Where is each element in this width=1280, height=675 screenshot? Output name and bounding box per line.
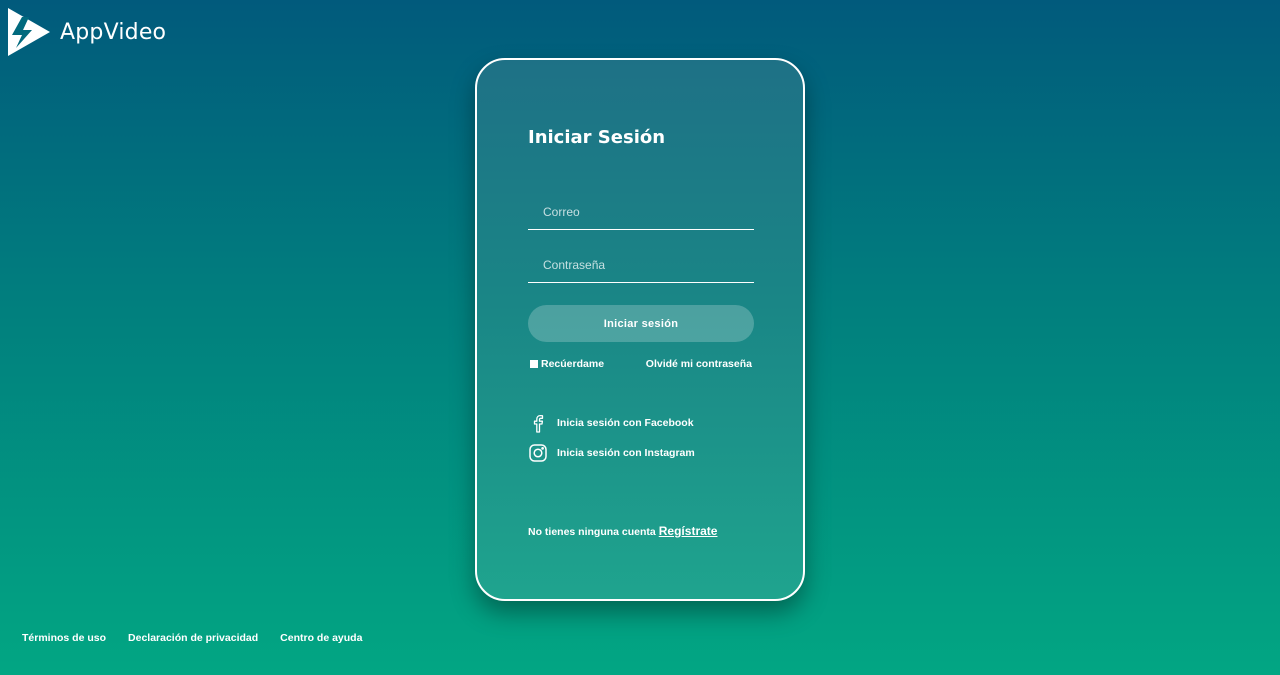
remember-me[interactable]: Recúerdame (530, 358, 604, 370)
help-center-link[interactable]: Centro de ayuda (280, 632, 362, 644)
footer-links: Términos de uso Declaración de privacida… (22, 632, 384, 644)
password-field-wrapper (528, 247, 754, 283)
terms-link[interactable]: Términos de uso (22, 632, 106, 644)
facebook-login-label: Inicia sesión con Facebook (557, 417, 694, 429)
facebook-icon (533, 414, 544, 433)
page-title: Iniciar Sesión (528, 127, 666, 148)
login-card: Iniciar Sesión Iniciar sesión Recúerdame… (475, 58, 805, 601)
email-field[interactable] (528, 194, 754, 229)
facebook-login-link[interactable]: Inicia sesión con Facebook (528, 413, 694, 433)
app-logo[interactable]: AppVideo (8, 8, 166, 56)
email-field-wrapper (528, 194, 754, 230)
instagram-login-label: Inicia sesión con Instagram (557, 447, 695, 459)
signup-prompt: No tienes ninguna cuenta Regístrate (528, 524, 717, 538)
login-button[interactable]: Iniciar sesión (528, 305, 754, 342)
forgot-password-link[interactable]: Olvidé mi contraseña (646, 358, 752, 370)
remember-checkbox[interactable] (530, 360, 538, 368)
app-name: AppVideo (60, 19, 167, 45)
password-field[interactable] (528, 247, 754, 282)
privacy-link[interactable]: Declaración de privacidad (128, 632, 258, 644)
register-link[interactable]: Regístrate (659, 524, 718, 538)
remember-label: Recúerdame (541, 358, 605, 370)
no-account-text: No tienes ninguna cuenta (528, 526, 656, 538)
instagram-icon (529, 444, 547, 462)
play-bolt-logo-icon (8, 8, 50, 56)
instagram-login-link[interactable]: Inicia sesión con Instagram (528, 443, 695, 463)
